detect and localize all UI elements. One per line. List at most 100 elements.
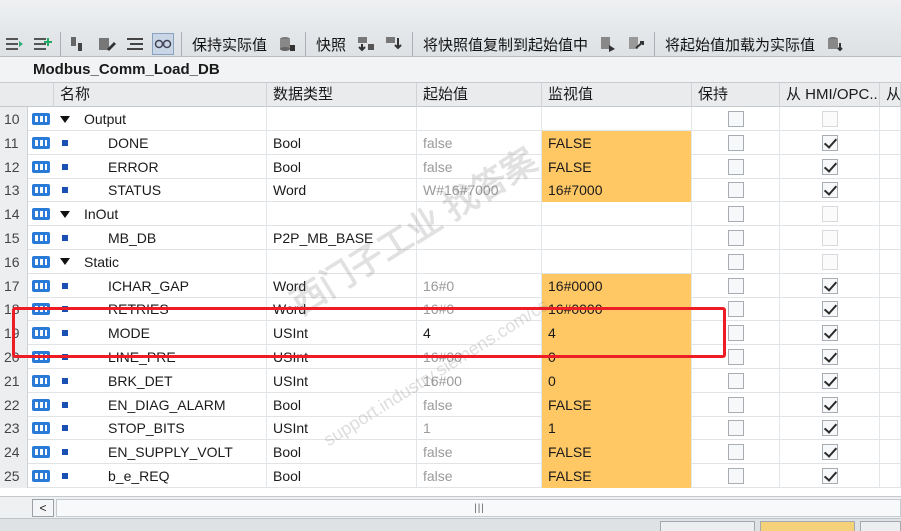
var-start-value[interactable] xyxy=(417,249,542,274)
var-name[interactable]: InOut xyxy=(76,202,267,227)
var-type[interactable]: USInt xyxy=(267,416,417,441)
list-icon[interactable] xyxy=(124,33,146,55)
hmi-access-checkbox[interactable] xyxy=(821,230,838,246)
table-row[interactable]: 17 ICHAR_GAP Word 16#0 16#0000 xyxy=(0,273,901,298)
retain-checkbox[interactable] xyxy=(727,396,744,413)
load-start-button[interactable]: 将起始值加载为实际值 xyxy=(659,34,821,55)
horizontal-scrollbar[interactable]: < ||| xyxy=(0,496,901,518)
var-name[interactable]: Output xyxy=(76,107,267,131)
var-name[interactable]: ICHAR_GAP xyxy=(76,273,267,298)
snapshot-button[interactable]: 快照 xyxy=(310,34,352,55)
var-name[interactable]: Static xyxy=(76,249,267,274)
snapshot-copy-icon[interactable] xyxy=(355,33,377,55)
var-start-value[interactable]: 16#00 xyxy=(417,345,542,369)
table-row[interactable]: 11 DONE Bool false FALSE xyxy=(0,130,901,155)
insert-row-icon[interactable] xyxy=(3,33,25,55)
retain-checkbox[interactable] xyxy=(727,158,744,175)
header-start[interactable]: 起始值 xyxy=(417,83,542,107)
var-name[interactable]: MB_DB xyxy=(76,226,267,250)
hmi-access-checkbox[interactable] xyxy=(821,134,838,151)
header-name[interactable]: 名称 xyxy=(54,83,267,107)
hmi-access-checkbox[interactable] xyxy=(821,468,838,484)
var-type[interactable]: Word xyxy=(267,297,417,322)
retain-checkbox[interactable] xyxy=(727,372,744,389)
header-monitor[interactable]: 监视值 xyxy=(542,83,692,107)
scroll-thumb[interactable]: ||| xyxy=(57,500,901,516)
add-row-icon[interactable] xyxy=(31,33,53,55)
table-row[interactable]: 23 STOP_BITS USInt 1 1 xyxy=(0,416,901,441)
var-start-value[interactable]: 16#0 xyxy=(417,297,542,322)
var-start-value[interactable]: 4 xyxy=(417,321,542,346)
var-type[interactable]: Word xyxy=(267,273,417,298)
copy-snapshot-button[interactable]: 将快照值复制到起始值中 xyxy=(417,34,594,55)
hmi-access-checkbox[interactable] xyxy=(821,111,838,127)
var-type[interactable] xyxy=(267,107,417,131)
var-name[interactable]: b_e_REQ xyxy=(76,464,267,488)
var-type[interactable]: USInt xyxy=(267,368,417,393)
var-type[interactable]: Bool xyxy=(267,440,417,465)
table-row[interactable]: 10 Output xyxy=(0,107,901,131)
retain-checkbox[interactable] xyxy=(727,468,744,484)
snapshot-db-icon[interactable] xyxy=(276,33,298,55)
keep-actual-button[interactable]: 保持实际值 xyxy=(186,34,273,55)
table-row[interactable]: 13 STATUS Word W#16#7000 16#7000 xyxy=(0,178,901,203)
var-type[interactable]: Bool xyxy=(267,154,417,179)
var-name[interactable]: MODE xyxy=(76,321,267,346)
retain-checkbox[interactable] xyxy=(727,325,744,342)
var-name[interactable]: LINE_PRE xyxy=(76,345,267,369)
retain-checkbox[interactable] xyxy=(727,301,744,318)
var-start-value[interactable] xyxy=(417,226,542,250)
var-name[interactable]: BRK_DET xyxy=(76,368,267,393)
var-start-value[interactable]: 16#0 xyxy=(417,273,542,298)
var-type[interactable] xyxy=(267,202,417,227)
retain-checkbox[interactable] xyxy=(727,349,744,365)
var-name[interactable]: EN_SUPPLY_VOLT xyxy=(76,440,267,465)
var-name[interactable]: RETRIES xyxy=(76,297,267,322)
table-row[interactable]: 14 InOut xyxy=(0,202,901,227)
var-start-value[interactable]: W#16#7000 xyxy=(417,178,542,203)
var-type[interactable]: P2P_MB_BASE xyxy=(267,226,417,250)
copy-to-start-icon[interactable] xyxy=(597,33,619,55)
var-name[interactable]: DONE xyxy=(76,130,267,155)
hmi-access-checkbox[interactable] xyxy=(821,277,838,294)
status-tab-active[interactable] xyxy=(760,521,855,531)
header-retain[interactable]: 保持 xyxy=(692,83,780,107)
var-type[interactable]: Bool xyxy=(267,392,417,417)
retain-checkbox[interactable] xyxy=(727,230,744,246)
var-start-value[interactable] xyxy=(417,202,542,227)
hmi-access-checkbox[interactable] xyxy=(821,325,838,342)
var-start-value[interactable] xyxy=(417,107,542,131)
var-start-value[interactable]: 16#00 xyxy=(417,368,542,393)
hmi-access-checkbox[interactable] xyxy=(821,444,838,461)
table-row[interactable]: 12 ERROR Bool false FALSE xyxy=(0,154,901,179)
status-tab[interactable] xyxy=(660,521,755,531)
table-row[interactable]: 22 EN_DIAG_ALARM Bool false FALSE xyxy=(0,392,901,417)
table-row[interactable]: 16 Static xyxy=(0,249,901,274)
snapshot-load-icon[interactable] xyxy=(383,33,405,55)
header-from[interactable]: 从 xyxy=(880,83,901,107)
scroll-track[interactable]: ||| xyxy=(56,499,901,517)
retain-checkbox[interactable] xyxy=(727,420,744,437)
table-row[interactable]: 25 b_e_REQ Bool false FALSE xyxy=(0,464,901,488)
var-start-value[interactable]: false xyxy=(417,154,542,179)
hmi-access-checkbox[interactable] xyxy=(821,349,838,365)
var-type[interactable]: USInt xyxy=(267,345,417,369)
var-name[interactable]: STATUS xyxy=(76,178,267,203)
retain-checkbox[interactable] xyxy=(727,111,744,127)
hmi-access-checkbox[interactable] xyxy=(821,182,838,199)
retain-checkbox[interactable] xyxy=(727,277,744,294)
var-type[interactable]: USInt xyxy=(267,321,417,346)
var-start-value[interactable]: false xyxy=(417,440,542,465)
table-row[interactable]: 18 RETRIES Word 16#0 16#0000 xyxy=(0,297,901,322)
load-start-icon[interactable] xyxy=(625,33,647,55)
table-row[interactable]: 15 MB_DB P2P_MB_BASE xyxy=(0,226,901,250)
var-start-value[interactable]: 1 xyxy=(417,416,542,441)
var-type[interactable]: Bool xyxy=(267,130,417,155)
var-start-value[interactable]: false xyxy=(417,464,542,488)
retain-checkbox[interactable] xyxy=(727,253,744,270)
var-type[interactable]: Word xyxy=(267,178,417,203)
hmi-access-checkbox[interactable] xyxy=(821,253,838,270)
collapse-caret-icon[interactable] xyxy=(54,107,76,131)
var-type[interactable]: Bool xyxy=(267,464,417,488)
edit-icon[interactable] xyxy=(96,33,118,55)
